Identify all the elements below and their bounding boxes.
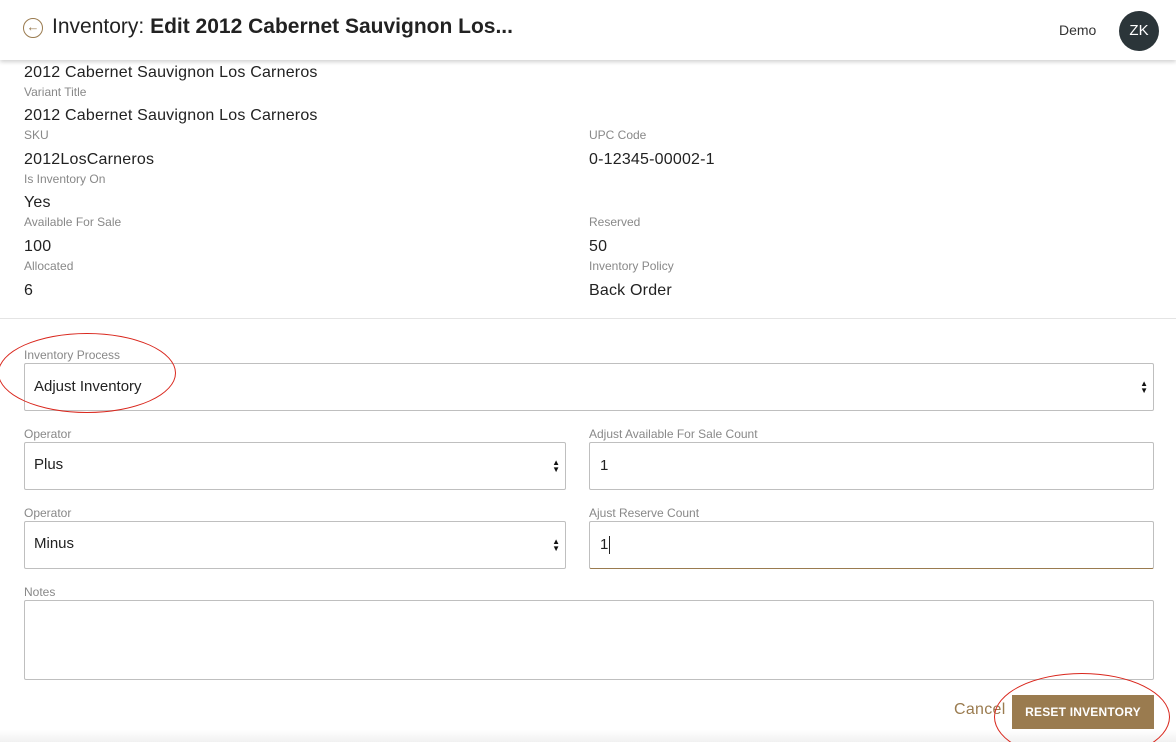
inventory-process-value: Adjust Inventory xyxy=(34,378,142,395)
avatar[interactable]: ZK xyxy=(1119,11,1159,51)
allocated-value: 6 xyxy=(24,282,34,299)
sku-value: 2012LosCarneros xyxy=(24,151,155,168)
section-divider xyxy=(0,318,1176,319)
notes-label: Notes xyxy=(24,585,56,599)
is-inventory-on-value: Yes xyxy=(24,194,51,211)
upc-label: UPC Code xyxy=(589,128,647,142)
reserved-value: 50 xyxy=(589,238,608,255)
inventory-process-label: Inventory Process xyxy=(24,348,121,362)
variant-title-label: Variant Title xyxy=(24,85,87,99)
adjust-available-input[interactable]: 1 xyxy=(589,442,1154,490)
select-arrows-icon: ▲ ▼ xyxy=(552,537,560,553)
operator-label: Operator xyxy=(24,427,72,441)
variant-title-value: 2012 Cabernet Sauvignon Los Carneros xyxy=(24,107,318,124)
is-inventory-on-label: Is Inventory On xyxy=(24,172,106,186)
app-header: ← Inventory: Edit 2012 Cabernet Sauvigno… xyxy=(0,0,1176,60)
adjust-available-label: Adjust Available For Sale Count xyxy=(589,427,758,441)
cancel-button[interactable]: Cancel xyxy=(954,701,1006,719)
inventory-policy-label: Inventory Policy xyxy=(589,259,674,273)
available-for-sale-label: Available For Sale xyxy=(24,215,122,229)
page-title: Inventory: Edit 2012 Cabernet Sauvignon … xyxy=(52,15,513,39)
notes-textarea[interactable] xyxy=(24,600,1154,680)
inventory-process-select[interactable]: Adjust Inventory ▲ ▼ xyxy=(24,363,1154,411)
adjust-reserve-input[interactable]: 1 xyxy=(589,521,1154,569)
select-arrows-icon: ▲ ▼ xyxy=(1140,379,1148,395)
adjust-reserve-label: Ajust Reserve Count xyxy=(589,506,700,520)
adjust-available-value: 1 xyxy=(600,457,609,474)
inventory-policy-value: Back Order xyxy=(589,282,672,299)
page-title-main: Edit 2012 Cabernet Sauvignon Los... xyxy=(150,15,513,38)
sku-label: SKU xyxy=(24,128,49,142)
text-caret xyxy=(609,536,611,555)
footer-shadow xyxy=(0,730,1176,742)
select-arrows-icon: ▲ ▼ xyxy=(552,458,560,474)
product-title: 2012 Cabernet Sauvignon Los Carneros xyxy=(24,64,318,81)
operator-label: Operator xyxy=(24,506,72,520)
back-arrow-icon[interactable]: ← xyxy=(23,18,43,38)
operator-select-available[interactable]: Plus ▲ ▼ xyxy=(24,442,566,490)
operator-reserve-value: Minus xyxy=(34,535,75,552)
reset-inventory-button[interactable]: RESET INVENTORY xyxy=(1012,695,1154,729)
adjust-reserve-value: 1 xyxy=(600,536,609,553)
reserved-label: Reserved xyxy=(589,215,641,229)
available-for-sale-value: 100 xyxy=(24,238,52,255)
upc-value: 0-12345-00002-1 xyxy=(589,151,715,168)
operator-select-reserve[interactable]: Minus ▲ ▼ xyxy=(24,521,566,569)
account-name[interactable]: Demo xyxy=(1059,22,1096,38)
page-title-prefix: Inventory: xyxy=(52,15,151,38)
operator-available-value: Plus xyxy=(34,456,64,473)
allocated-label: Allocated xyxy=(24,259,74,273)
